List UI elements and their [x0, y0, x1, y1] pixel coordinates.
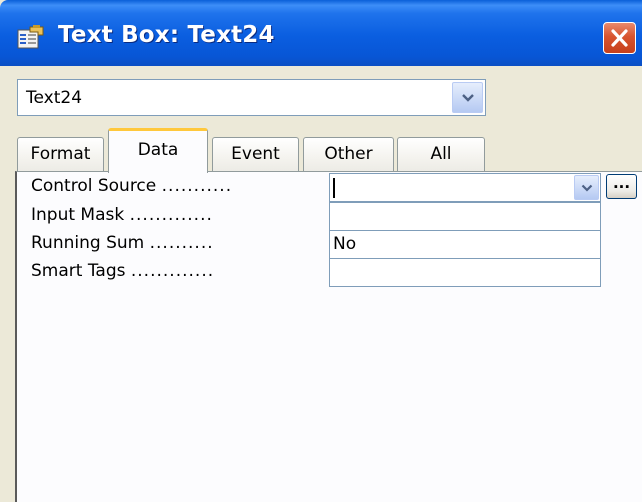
tab-event[interactable]: Event — [212, 137, 299, 172]
property-row-input-mask: Input Mask ............. — [17, 202, 642, 231]
chevron-down-icon — [461, 93, 474, 102]
smart-tags-input[interactable] — [329, 258, 601, 287]
property-label: Input Mask ............. — [31, 205, 213, 225]
object-selector-value: Text24 — [26, 88, 83, 108]
close-button[interactable] — [603, 22, 636, 54]
input-mask-input[interactable] — [329, 202, 601, 231]
property-label: Smart Tags ............. — [31, 261, 215, 281]
tab-format[interactable]: Format — [17, 137, 104, 172]
tab-data[interactable]: Data — [108, 128, 208, 173]
control-source-input[interactable] — [329, 173, 601, 202]
running-sum-input[interactable]: No — [329, 230, 601, 259]
control-source-dropdown-button[interactable] — [574, 175, 599, 200]
property-sheet-window: Text Box: Text24 Text24 Format Data Even… — [0, 0, 642, 502]
title-bar[interactable]: Text Box: Text24 — [0, 0, 642, 66]
property-label: Running Sum .......... — [31, 233, 214, 253]
close-icon — [611, 29, 628, 47]
object-selector-combo[interactable]: Text24 — [17, 79, 486, 116]
object-selector-dropdown-button[interactable] — [452, 82, 483, 113]
property-list-panel: Control Source ........... ... Input Mas… — [15, 171, 642, 502]
property-sheet-icon — [16, 24, 46, 50]
builder-button[interactable]: ... — [606, 174, 637, 199]
tab-other[interactable]: Other — [303, 137, 394, 172]
property-row-smart-tags: Smart Tags ............. — [17, 258, 642, 287]
window-title: Text Box: Text24 — [58, 22, 275, 48]
property-tabs: Format Data Event Other All — [17, 128, 617, 173]
chevron-down-icon — [581, 184, 592, 192]
property-row-control-source: Control Source ........... ... — [17, 173, 642, 202]
property-row-running-sum: Running Sum .......... No — [17, 230, 642, 259]
text-caret — [333, 178, 335, 198]
property-label: Control Source ........... — [31, 176, 233, 196]
tab-all[interactable]: All — [397, 137, 485, 172]
